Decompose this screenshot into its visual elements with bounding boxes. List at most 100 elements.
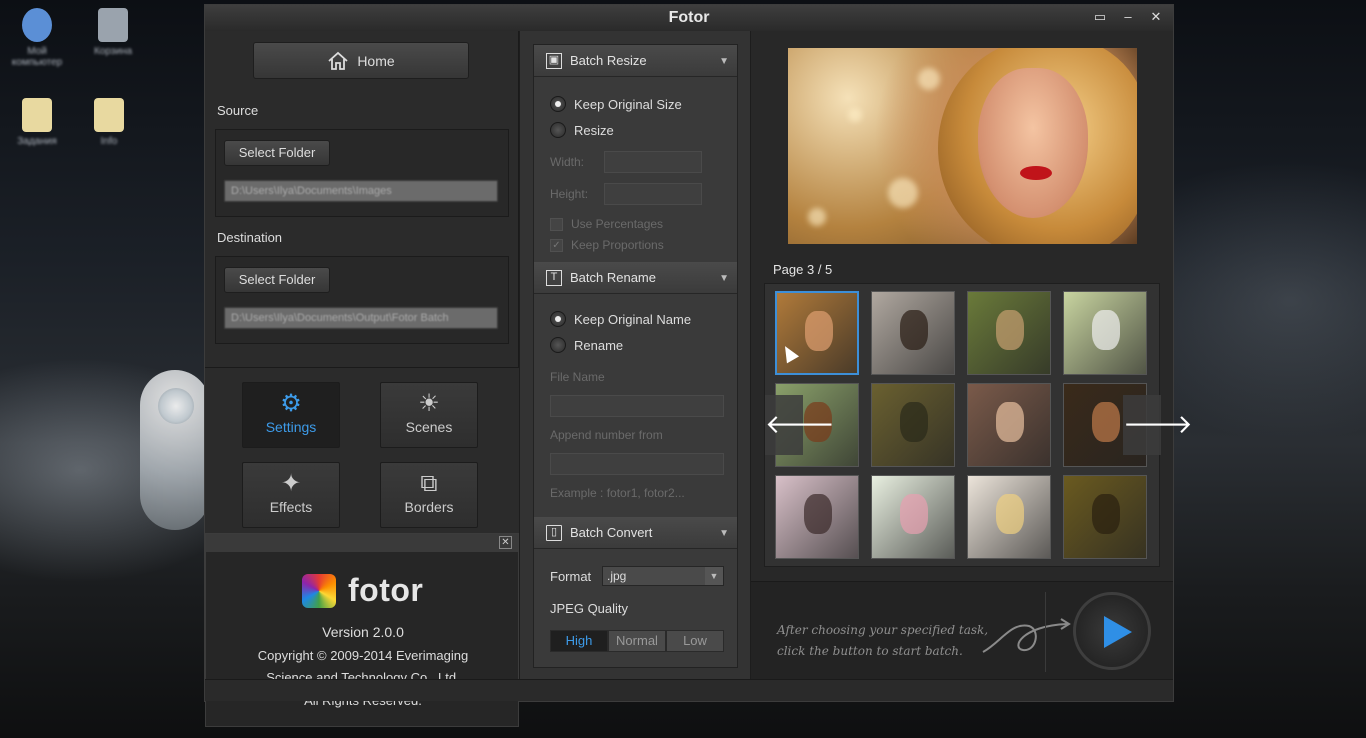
borders-label: Borders	[404, 499, 454, 515]
fotor-logo-icon	[302, 573, 336, 608]
batch-options-inner: ▣ Batch Resize ▼ Keep Original Size Resi…	[533, 44, 738, 668]
about-close-button[interactable]: ✕	[499, 536, 512, 549]
resize-radio[interactable]: Resize	[550, 122, 614, 138]
hint-line-1: After choosing your specified task,	[777, 623, 989, 637]
settings-button[interactable]: ⚙ Settings	[242, 382, 340, 448]
batch-rename-header[interactable]: T Batch Rename ▼	[534, 262, 737, 294]
home-label: Home	[357, 52, 395, 69]
rename-radio[interactable]: Rename	[550, 337, 623, 353]
sun-icon: ☀	[418, 390, 440, 417]
copyright-line-1: Copyright © 2009-2014 Everimaging	[257, 648, 469, 663]
fotor-logo-text: fotor	[348, 572, 424, 608]
robot-eye	[158, 388, 194, 424]
quality-high-button[interactable]: High	[550, 630, 608, 652]
thumbnail-subject	[996, 310, 1024, 350]
thumbnail[interactable]	[967, 291, 1051, 375]
thumbnail[interactable]	[871, 291, 955, 375]
desktop-icon-label: Info	[100, 136, 118, 147]
title-bar[interactable]: Fotor ▭ – ✕	[205, 5, 1173, 31]
collapse-arrow-icon[interactable]: ▼	[719, 528, 729, 539]
checkbox-label: Keep Proportions	[571, 238, 664, 252]
collapse-arrow-icon[interactable]: ▼	[719, 56, 729, 67]
batch-rename-title: Batch Rename	[570, 270, 656, 285]
portrait-lips	[1020, 166, 1052, 180]
batch-hint-text: After choosing your specified task, clic…	[777, 620, 988, 662]
close-button[interactable]: ✕	[1143, 7, 1169, 27]
effects-button[interactable]: ✦ Effects	[242, 462, 340, 528]
radio-dot	[550, 337, 566, 353]
about-title-bar[interactable]: ✕	[206, 534, 518, 552]
batch-convert-header[interactable]: ▯ Batch Convert ▼	[534, 517, 737, 549]
radio-label: Keep Original Name	[574, 311, 692, 327]
file-name-label: File Name	[550, 370, 605, 384]
thumbnail-subject	[805, 311, 833, 351]
home-button[interactable]: Home	[253, 42, 469, 79]
batch-start-bar: After choosing your specified task, clic…	[751, 581, 1173, 679]
document-icon: ▯	[546, 524, 562, 541]
quality-normal-button[interactable]: Normal	[608, 630, 666, 652]
thumbnail[interactable]	[967, 383, 1051, 467]
desktop-icon-label: Мой компьютер	[11, 46, 63, 68]
desktop-icon-computer[interactable]: Мой компьютер	[2, 8, 72, 68]
borders-button[interactable]: ⧉ Borders	[380, 462, 478, 528]
keep-original-name-radio[interactable]: Keep Original Name	[550, 311, 691, 327]
destination-label: Destination	[217, 230, 283, 245]
portrait-face	[978, 68, 1088, 218]
checkbox-box: ✓	[550, 238, 563, 252]
desktop-icon-info[interactable]: Info	[74, 98, 144, 147]
minimize-button[interactable]: –	[1115, 7, 1141, 27]
destination-select-folder-button[interactable]: Select Folder	[224, 267, 330, 293]
destination-box: Select Folder D:\Users\Ilya\Documents\Ou…	[215, 256, 509, 344]
width-input[interactable]	[604, 151, 702, 173]
text-icon: T	[546, 269, 562, 286]
batch-convert-title: Batch Convert	[570, 525, 653, 540]
rename-example-text: Example : fotor1, fotor2...	[550, 486, 685, 500]
thumbnail[interactable]	[1063, 475, 1147, 559]
source-path-field[interactable]: D:\Users\Ilya\Documents\Images	[224, 180, 498, 202]
keep-proportions-checkbox[interactable]: ✓ Keep Proportions	[550, 238, 664, 252]
thumbnail[interactable]	[775, 475, 859, 559]
thumbnail-subject	[1092, 494, 1120, 534]
next-page-button[interactable]: 🡒	[1123, 395, 1193, 455]
thumbnail[interactable]	[871, 475, 955, 559]
desktop-icon-file[interactable]: Задания	[2, 98, 72, 147]
checkbox-box	[550, 217, 563, 231]
version-text: Version 2.0.0	[322, 624, 404, 640]
batch-resize-header[interactable]: ▣ Batch Resize ▼	[534, 45, 737, 77]
append-number-input[interactable]	[550, 453, 724, 475]
radio-label: Keep Original Size	[574, 96, 682, 112]
play-icon	[1104, 616, 1132, 648]
separator	[1045, 592, 1046, 672]
thumbnail[interactable]	[1063, 291, 1147, 375]
collapse-arrow-icon[interactable]: ▼	[719, 273, 729, 284]
fotor-logo: fotor	[302, 572, 423, 609]
thumbnail[interactable]	[871, 383, 955, 467]
keep-original-size-radio[interactable]: Keep Original Size	[550, 96, 682, 112]
sparkle-icon: ✦	[280, 470, 302, 497]
format-select[interactable]: .jpg ▼	[602, 566, 724, 586]
scenes-button[interactable]: ☀ Scenes	[380, 382, 478, 448]
radio-dot	[550, 96, 566, 112]
destination-path-field[interactable]: D:\Users\Ilya\Documents\Output\Fotor Bat…	[224, 307, 498, 329]
previous-page-button[interactable]: 🡐	[765, 395, 835, 455]
arrow-left-icon: 🡐	[765, 409, 835, 439]
quality-low-button[interactable]: Low	[666, 630, 724, 652]
format-value: .jpg	[607, 569, 627, 583]
radio-label: Resize	[574, 122, 614, 138]
home-icon	[328, 51, 348, 70]
restore-button[interactable]: ▭	[1087, 7, 1113, 27]
settings-label: Settings	[265, 419, 317, 435]
use-percentages-checkbox[interactable]: Use Percentages	[550, 217, 663, 231]
desktop-icon-recycle-bin[interactable]: Корзина	[78, 8, 148, 57]
thumbnail[interactable]	[967, 475, 1051, 559]
status-bar	[205, 679, 1173, 701]
radio-label: Rename	[574, 337, 624, 353]
file-name-input[interactable]	[550, 395, 724, 417]
mode-panel: ⚙ Settings ☀ Scenes ✦ Effects ⧉ Borders	[205, 367, 519, 533]
height-input[interactable]	[604, 183, 702, 205]
source-select-folder-button[interactable]: Select Folder	[224, 140, 330, 166]
start-batch-button[interactable]	[1073, 592, 1151, 670]
source-label: Source	[217, 103, 259, 118]
thumbnail-subject	[900, 310, 928, 350]
preview-panel: Page 3 / 5 🡐 🡒 After choosing your speci…	[751, 31, 1193, 679]
